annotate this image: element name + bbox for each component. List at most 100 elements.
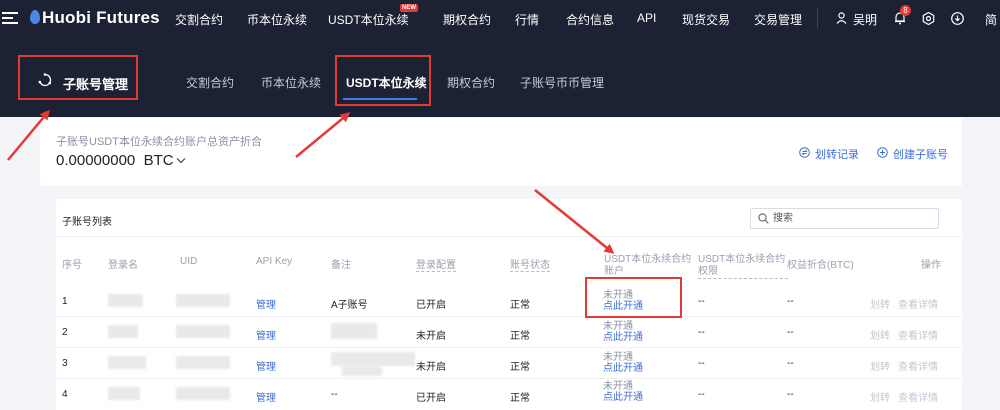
new-badge: NEW <box>400 4 418 12</box>
nav-item-options[interactable]: 期权合约 <box>443 11 491 28</box>
th-login-config: 登录配置 <box>416 256 456 272</box>
api-manage-link[interactable]: 管理 <box>256 389 276 404</box>
tab-subaccount-spot[interactable]: 子账号币币管理 <box>520 74 604 91</box>
row-status: 正常 <box>510 393 530 404</box>
row-permission: -- <box>698 389 705 400</box>
download-icon[interactable] <box>951 12 964 25</box>
open-link[interactable]: 点此开通 <box>603 363 643 374</box>
row-note: A子账号 <box>331 300 368 311</box>
transfer-record-icon <box>799 147 810 158</box>
nav-item-market[interactable]: 行情 <box>515 11 539 28</box>
nav-item-trade-mgmt[interactable]: 交易管理 <box>754 11 802 28</box>
asset-value: 0.00000000 BTC <box>56 152 174 169</box>
search-input[interactable] <box>773 211 933 226</box>
nav-item-contract-info[interactable]: 合约信息 <box>566 11 614 28</box>
menu-icon[interactable] <box>2 12 18 24</box>
open-state: 未开通 <box>603 381 633 392</box>
row-permission: -- <box>698 327 705 338</box>
chevron-down-icon[interactable] <box>176 157 186 164</box>
row-login-config: 未开启 <box>416 362 446 373</box>
open-state: 未开通 <box>603 352 633 363</box>
transfer-button[interactable]: 划转 <box>870 327 890 342</box>
row-index: 4 <box>62 389 68 400</box>
open-state: 未开通 <box>603 321 633 332</box>
th-index: 序号 <box>62 260 82 271</box>
api-manage-link[interactable]: 管理 <box>256 358 276 373</box>
redacted-login <box>108 325 138 338</box>
row-permission: -- <box>698 358 705 369</box>
row-note: -- <box>331 389 338 400</box>
th-api-key: API Key <box>256 256 293 267</box>
transfer-button[interactable]: 划转 <box>870 358 890 373</box>
flame-icon <box>30 10 40 24</box>
username[interactable]: 吴明 <box>853 11 877 28</box>
row-login-config: 已开启 <box>416 393 446 404</box>
row-equity: -- <box>787 296 794 307</box>
annotation-box-tab <box>335 55 431 106</box>
plus-circle-icon <box>877 147 888 158</box>
view-details-button[interactable]: 查看详情 <box>898 327 938 342</box>
row-equity: -- <box>787 327 794 338</box>
list-title: 子账号列表 <box>62 217 112 228</box>
row-index: 3 <box>62 358 68 369</box>
nav-item-usdt-perp[interactable]: USDT本位永续 <box>328 11 409 28</box>
transfer-records-link[interactable]: 划转记录 <box>815 146 859 162</box>
tab-options[interactable]: 期权合约 <box>447 74 495 91</box>
asset-unit[interactable]: BTC <box>144 152 174 169</box>
row-login-config: 未开启 <box>416 331 446 342</box>
search-icon <box>758 213 769 224</box>
redacted-login <box>108 294 143 307</box>
open-cell: 未开通 点此开通 <box>603 352 643 374</box>
view-details-button[interactable]: 查看详情 <box>898 296 938 311</box>
open-cell: 未开通 点此开通 <box>603 381 643 403</box>
open-link[interactable]: 点此开通 <box>603 392 643 403</box>
nav-item-delivery[interactable]: 交割合约 <box>175 11 223 28</box>
row-status: 正常 <box>510 331 530 342</box>
sub-header <box>0 37 1000 117</box>
transfer-button[interactable]: 划转 <box>870 389 890 404</box>
create-subaccount-link[interactable]: 创建子账号 <box>893 146 948 162</box>
redacted-uid <box>176 294 230 307</box>
row-status: 正常 <box>510 362 530 373</box>
top-nav: Huobi Futures 交割合约 币本位永续 USDT本位永续 NEW 期权… <box>0 0 1000 37</box>
nav-item-spot[interactable]: 现货交易 <box>682 11 730 28</box>
redacted-uid <box>176 325 230 338</box>
nav-item-api[interactable]: API <box>637 11 656 25</box>
row-status: 正常 <box>510 300 530 311</box>
th-login: 登录名 <box>108 260 138 271</box>
row-index: 1 <box>62 296 68 307</box>
redacted-note-2 <box>342 366 382 376</box>
row-equity: -- <box>787 389 794 400</box>
redacted-login <box>108 387 140 400</box>
notification-count-badge: 8 <box>900 5 911 16</box>
asset-label: 子账号USDT本位永续合约账户总资产折合 <box>56 136 262 148</box>
view-details-button[interactable]: 查看详情 <box>898 358 938 373</box>
annotation-box-open-cell <box>585 277 682 318</box>
nav-divider <box>817 8 818 28</box>
row-equity: -- <box>787 358 794 369</box>
open-link[interactable]: 点此开通 <box>603 332 643 343</box>
redacted-uid <box>176 387 230 400</box>
th-uid: UID <box>180 256 198 267</box>
tab-delivery[interactable]: 交割合约 <box>186 74 234 91</box>
row-login-config: 已开启 <box>416 300 446 311</box>
page-title: 子账号管理 <box>63 77 129 92</box>
nav-item-coin-perp[interactable]: 币本位永续 <box>247 11 307 28</box>
th-equity: 权益折合(BTC) <box>787 260 854 271</box>
logo[interactable]: Huobi Futures <box>30 8 160 28</box>
row-permission: -- <box>698 296 705 307</box>
gear-icon[interactable] <box>922 12 935 25</box>
api-manage-link[interactable]: 管理 <box>256 327 276 342</box>
tab-coin-perp[interactable]: 币本位永续 <box>261 74 321 91</box>
api-manage-link[interactable]: 管理 <box>256 296 276 311</box>
redacted-login <box>108 356 146 369</box>
view-details-button[interactable]: 查看详情 <box>898 389 938 404</box>
user-icon <box>836 12 847 24</box>
open-cell: 未开通 点此开通 <box>603 321 643 343</box>
th-usdt-permission: USDT本位永续合约权限 <box>698 254 788 279</box>
th-usdt-account: USDT本位永续合约账户 <box>604 254 692 277</box>
row-index: 2 <box>62 327 68 338</box>
redacted-note <box>331 323 377 339</box>
transfer-button[interactable]: 划转 <box>870 296 890 311</box>
language-toggle[interactable]: 简 <box>985 11 997 28</box>
